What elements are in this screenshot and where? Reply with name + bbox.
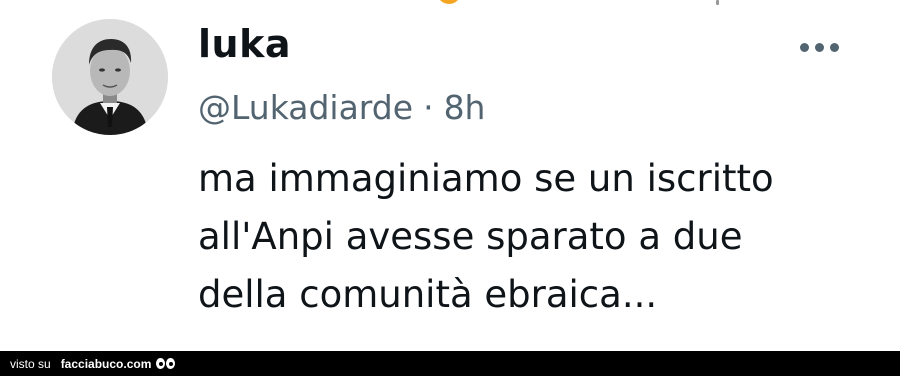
more-options-icon[interactable] xyxy=(800,40,846,54)
separator: · xyxy=(423,88,434,127)
display-name[interactable]: luka xyxy=(198,22,291,66)
profile-photo-icon xyxy=(52,19,168,135)
avatar[interactable] xyxy=(52,19,168,135)
handle[interactable]: @Lukadiarde xyxy=(198,88,413,127)
eyes-logo-icon xyxy=(156,358,176,369)
tweet-text: ma immaginiamo se un iscritto all'Anpi a… xyxy=(198,150,888,324)
top-strip xyxy=(0,0,900,12)
eye-icon xyxy=(156,358,166,369)
footer-prefix: visto su xyxy=(10,356,51,371)
divider-tick xyxy=(716,0,719,5)
accent-shape xyxy=(437,0,461,4)
tweet-text-line: della comunità ebraica... xyxy=(198,273,658,316)
tweet-text-line: all'Anpi avesse sparato a due xyxy=(198,215,743,258)
tweet-text-line: ma immaginiamo se un iscritto xyxy=(198,157,774,200)
dot-icon xyxy=(800,42,809,52)
dot-icon xyxy=(830,42,839,52)
footer-site[interactable]: facciabuco.com xyxy=(61,357,152,371)
watermark-footer: visto su facciabuco.com xyxy=(0,351,900,376)
timestamp[interactable]: 8h xyxy=(444,88,486,127)
tweet-meta: @Lukadiarde · 8h xyxy=(198,88,485,127)
dot-icon xyxy=(815,42,824,52)
eye-icon xyxy=(166,358,176,369)
